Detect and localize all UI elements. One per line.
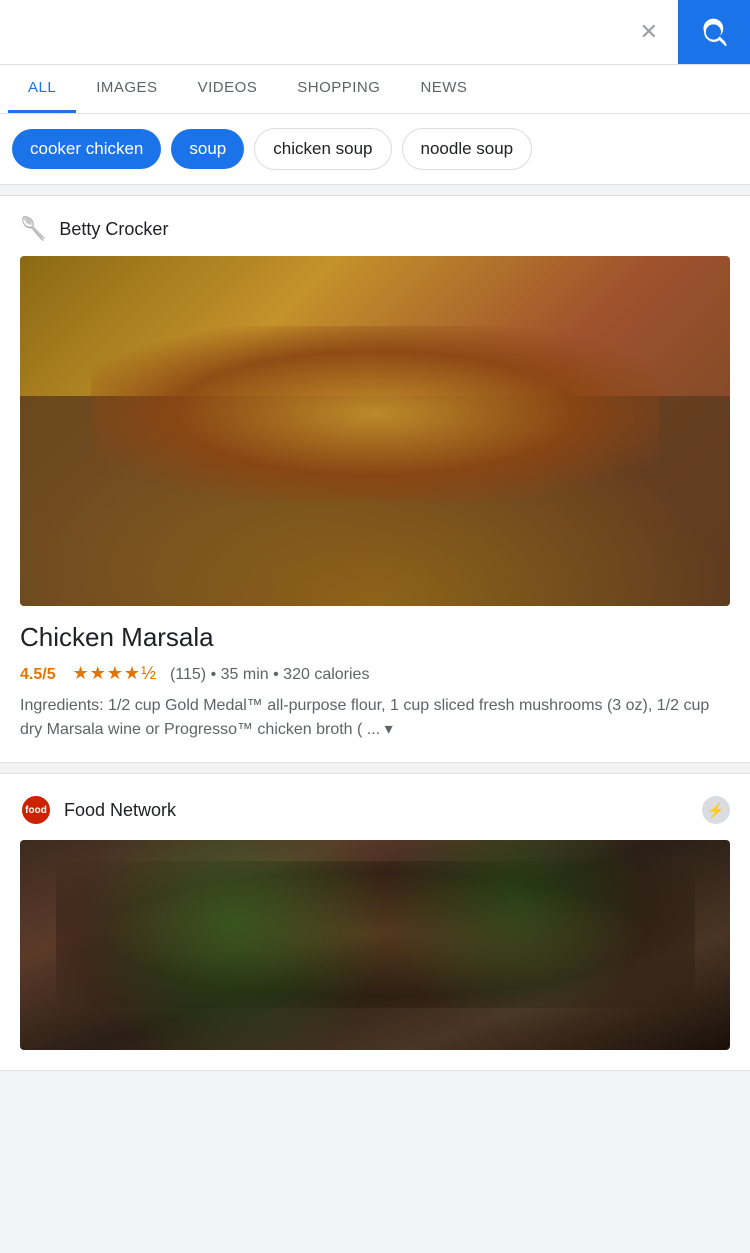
- source-row-food-network: food Food Network ⚡: [20, 794, 730, 826]
- chip-soup[interactable]: soup: [171, 129, 244, 169]
- ingredients-text: Ingredients: 1/2 cup Gold Medal™ all-pur…: [20, 697, 709, 738]
- recipe-meta-betty-crocker: 4.5/5 ★★★★½ (115) • 35 min • 320 calorie…: [20, 663, 730, 684]
- filter-chips: cooker chicken soup chicken soup noodle …: [0, 114, 750, 185]
- clear-icon[interactable]: ✕: [640, 19, 658, 45]
- source-name-food-network: Food Network: [64, 800, 176, 821]
- result-card-betty-crocker: 🥄 Betty Crocker Chicken Marsala 4.5/5 ★★…: [0, 195, 750, 763]
- chip-cooker-chicken[interactable]: cooker chicken: [12, 129, 161, 169]
- result-card-food-network: food Food Network ⚡: [0, 773, 750, 1071]
- food-network-logo: food: [20, 794, 52, 826]
- calories: 320 calories: [283, 666, 369, 683]
- recipe-ingredients: Ingredients: 1/2 cup Gold Medal™ all-pur…: [20, 694, 730, 742]
- search-bar: chicken marsala ✕: [0, 0, 750, 65]
- betty-crocker-logo: 🥄: [20, 216, 47, 242]
- food-network-logo-text: food: [25, 805, 47, 816]
- recipe-image-food-network: [20, 840, 730, 1050]
- tab-videos[interactable]: VIDEOS: [178, 65, 278, 113]
- search-icon: [700, 18, 728, 46]
- separator-1: •: [211, 666, 221, 683]
- chip-noodle-soup[interactable]: noodle soup: [402, 128, 533, 170]
- review-count: (115): [170, 666, 206, 683]
- tab-images[interactable]: IMAGES: [76, 65, 177, 113]
- source-row-betty-crocker: 🥄 Betty Crocker: [20, 216, 730, 242]
- tab-news[interactable]: NEWS: [400, 65, 487, 113]
- separator-2: •: [273, 666, 283, 683]
- recipe-image-betty-crocker: [20, 256, 730, 606]
- search-input-wrapper: chicken marsala ✕: [0, 0, 678, 64]
- chip-chicken-soup[interactable]: chicken soup: [254, 128, 391, 170]
- nav-tabs: ALL IMAGES VIDEOS SHOPPING NEWS: [0, 65, 750, 114]
- recipe-title-betty-crocker: Chicken Marsala: [20, 622, 730, 653]
- tab-all[interactable]: ALL: [8, 65, 76, 113]
- rating-value: 4.5/5: [20, 666, 56, 683]
- expand-icon[interactable]: ▾: [385, 721, 393, 738]
- search-input[interactable]: chicken marsala: [16, 19, 640, 45]
- spoon-icon: 🥄: [20, 216, 47, 242]
- search-button[interactable]: [678, 0, 750, 64]
- source-name-betty-crocker: Betty Crocker: [59, 219, 168, 240]
- lightning-icon: ⚡: [702, 796, 730, 824]
- stars-icon: ★★★★½: [73, 663, 158, 683]
- cook-time: 35 min: [221, 666, 269, 683]
- tab-shopping[interactable]: SHOPPING: [277, 65, 400, 113]
